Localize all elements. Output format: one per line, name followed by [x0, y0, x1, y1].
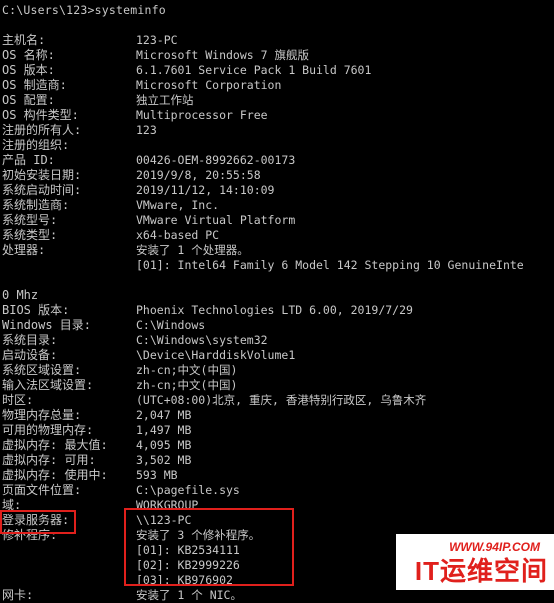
- info-row: 系统目录: C:\Windows\system32: [0, 333, 554, 348]
- info-row: 0 Mhz: [0, 288, 554, 303]
- info-row: 注册的组织:: [0, 138, 554, 153]
- info-row: 时区: (UTC+08:00)北京, 重庆, 香港特别行政区, 乌鲁木齐: [0, 393, 554, 408]
- info-label: 虚拟内存: 最大值:: [2, 438, 108, 452]
- info-value: 1,497 MB: [136, 423, 192, 437]
- info-value: (UTC+08:00)北京, 重庆, 香港特别行政区, 乌鲁木齐: [136, 393, 427, 407]
- info-label: OS 构件类型:: [2, 108, 79, 122]
- info-value: 2019/9/8, 20:55:58: [136, 168, 261, 182]
- info-label: BIOS 版本:: [2, 303, 70, 317]
- info-label: 0 Mhz: [2, 288, 39, 302]
- info-row: Windows 目录: C:\Windows: [0, 318, 554, 333]
- info-value: Microsoft Corporation: [136, 78, 282, 92]
- info-value: 123: [136, 123, 157, 137]
- info-label: 网卡:: [2, 588, 34, 602]
- info-row: OS 构件类型: Multiprocessor Free: [0, 108, 554, 123]
- info-label: 处理器:: [2, 243, 46, 257]
- info-value: zh-cn;中文(中国): [136, 363, 238, 377]
- info-value: 独立工作站: [136, 93, 194, 107]
- info-row: OS 版本: 6.1.7601 Service Pack 1 Build 7601: [0, 63, 554, 78]
- info-value: C:\pagefile.sys: [136, 483, 240, 497]
- info-row: 产品 ID: 00426-OEM-8992662-00173: [0, 153, 554, 168]
- info-label: 系统目录:: [2, 333, 58, 347]
- info-value: 安装了 1 个 NIC。: [136, 588, 242, 602]
- info-value: Phoenix Technologies LTD 6.00, 2019/7/29: [136, 303, 413, 317]
- info-label: 虚拟内存: 使用中:: [2, 468, 108, 482]
- info-label: 注册的所有人:: [2, 123, 82, 137]
- info-value: \Device\HarddiskVolume1: [136, 348, 296, 362]
- info-value: VMware Virtual Platform: [136, 213, 296, 227]
- info-value: Multiprocessor Free: [136, 108, 268, 122]
- command-prompt-line: C:\Users\123>systeminfo: [2, 3, 166, 17]
- info-label: 系统启动时间:: [2, 183, 82, 197]
- info-row: 系统区域设置: zh-cn;中文(中国): [0, 363, 554, 378]
- info-value: 123-PC: [136, 33, 178, 47]
- info-row: 系统制造商: VMware, Inc.: [0, 198, 554, 213]
- info-value: 00426-OEM-8992662-00173: [136, 153, 296, 167]
- info-row: 系统型号: VMware Virtual Platform: [0, 213, 554, 228]
- info-row: [01]: Intel64 Family 6 Model 142 Steppin…: [0, 258, 554, 273]
- info-label: 系统型号:: [2, 213, 58, 227]
- watermark-text: IT运维空间: [414, 556, 548, 586]
- info-label: 系统区域设置:: [2, 363, 82, 377]
- info-value: x64-based PC: [136, 228, 220, 242]
- info-row: 系统启动时间: 2019/11/12, 14:10:09: [0, 183, 554, 198]
- info-value: 2019/11/12, 14:10:09: [136, 183, 275, 197]
- hotfix-label-highlight: [0, 510, 76, 534]
- info-value: 3,502 MB: [136, 453, 192, 467]
- info-row: 虚拟内存: 可用: 3,502 MB: [0, 453, 554, 468]
- info-row: 虚拟内存: 使用中: 593 MB: [0, 468, 554, 483]
- info-value: 2,047 MB: [136, 408, 192, 422]
- info-row: 主机名: 123-PC: [0, 33, 554, 48]
- info-label: Windows 目录:: [2, 318, 92, 332]
- info-value: zh-cn;中文(中国): [136, 378, 238, 392]
- info-row: 虚拟内存: 最大值: 4,095 MB: [0, 438, 554, 453]
- info-row: 系统类型: x64-based PC: [0, 228, 554, 243]
- info-label: 系统制造商:: [2, 198, 70, 212]
- info-value: Microsoft Windows 7 旗舰版: [136, 48, 309, 62]
- info-value: 安装了 1 个处理器。: [136, 243, 249, 257]
- watermark-url: WWW.94IP.COM: [449, 540, 540, 554]
- info-row: 处理器: 安装了 1 个处理器。: [0, 243, 554, 258]
- info-value: C:\Windows\system32: [136, 333, 268, 347]
- info-label: 虚拟内存: 可用:: [2, 453, 96, 467]
- info-label: OS 制造商:: [2, 78, 67, 92]
- info-label: OS 配置:: [2, 93, 55, 107]
- info-value: C:\Windows: [136, 318, 206, 332]
- info-value: VMware, Inc.: [136, 198, 220, 212]
- info-value: [01]: Intel64 Family 6 Model 142 Steppin…: [136, 258, 524, 272]
- info-label: 系统类型:: [2, 228, 58, 242]
- info-label: 注册的组织:: [2, 138, 70, 152]
- info-row: 可用的物理内存: 1,497 MB: [0, 423, 554, 438]
- info-label: 页面文件位置:: [2, 483, 82, 497]
- hotfix-list-highlight: [124, 508, 294, 586]
- info-value: 593 MB: [136, 468, 178, 482]
- info-label: 时区:: [2, 393, 34, 407]
- info-label: 主机名:: [2, 33, 46, 47]
- info-row: OS 配置: 独立工作站: [0, 93, 554, 108]
- info-label: 启动设备:: [2, 348, 58, 362]
- watermark-logo: WWW.94IP.COM IT运维空间: [396, 534, 554, 590]
- info-row: 初始安装日期: 2019/9/8, 20:55:58: [0, 168, 554, 183]
- info-label: OS 版本:: [2, 63, 55, 77]
- info-row: OS 制造商: Microsoft Corporation: [0, 78, 554, 93]
- info-row: 页面文件位置: C:\pagefile.sys: [0, 483, 554, 498]
- info-label: 产品 ID:: [2, 153, 55, 167]
- info-value: 6.1.7601 Service Pack 1 Build 7601: [136, 63, 372, 77]
- info-row: 输入法区域设置: zh-cn;中文(中国): [0, 378, 554, 393]
- info-row: 注册的所有人: 123: [0, 123, 554, 138]
- info-row: [0, 273, 554, 288]
- info-label: OS 名称:: [2, 48, 55, 62]
- info-label: 可用的物理内存:: [2, 423, 94, 437]
- info-row: OS 名称: Microsoft Windows 7 旗舰版: [0, 48, 554, 63]
- info-label: 输入法区域设置:: [2, 378, 94, 392]
- info-row: BIOS 版本: Phoenix Technologies LTD 6.00, 2…: [0, 303, 554, 318]
- info-row: 网卡: 安装了 1 个 NIC。: [0, 588, 554, 603]
- info-label: 物理内存总量:: [2, 408, 82, 422]
- info-label: 初始安装日期:: [2, 168, 82, 182]
- info-row: 启动设备: \Device\HarddiskVolume1: [0, 348, 554, 363]
- info-row: 物理内存总量: 2,047 MB: [0, 408, 554, 423]
- console-window[interactable]: C:\Users\123>systeminfo 主机名: 123-PC OS 名称:…: [0, 0, 554, 602]
- info-value: 4,095 MB: [136, 438, 192, 452]
